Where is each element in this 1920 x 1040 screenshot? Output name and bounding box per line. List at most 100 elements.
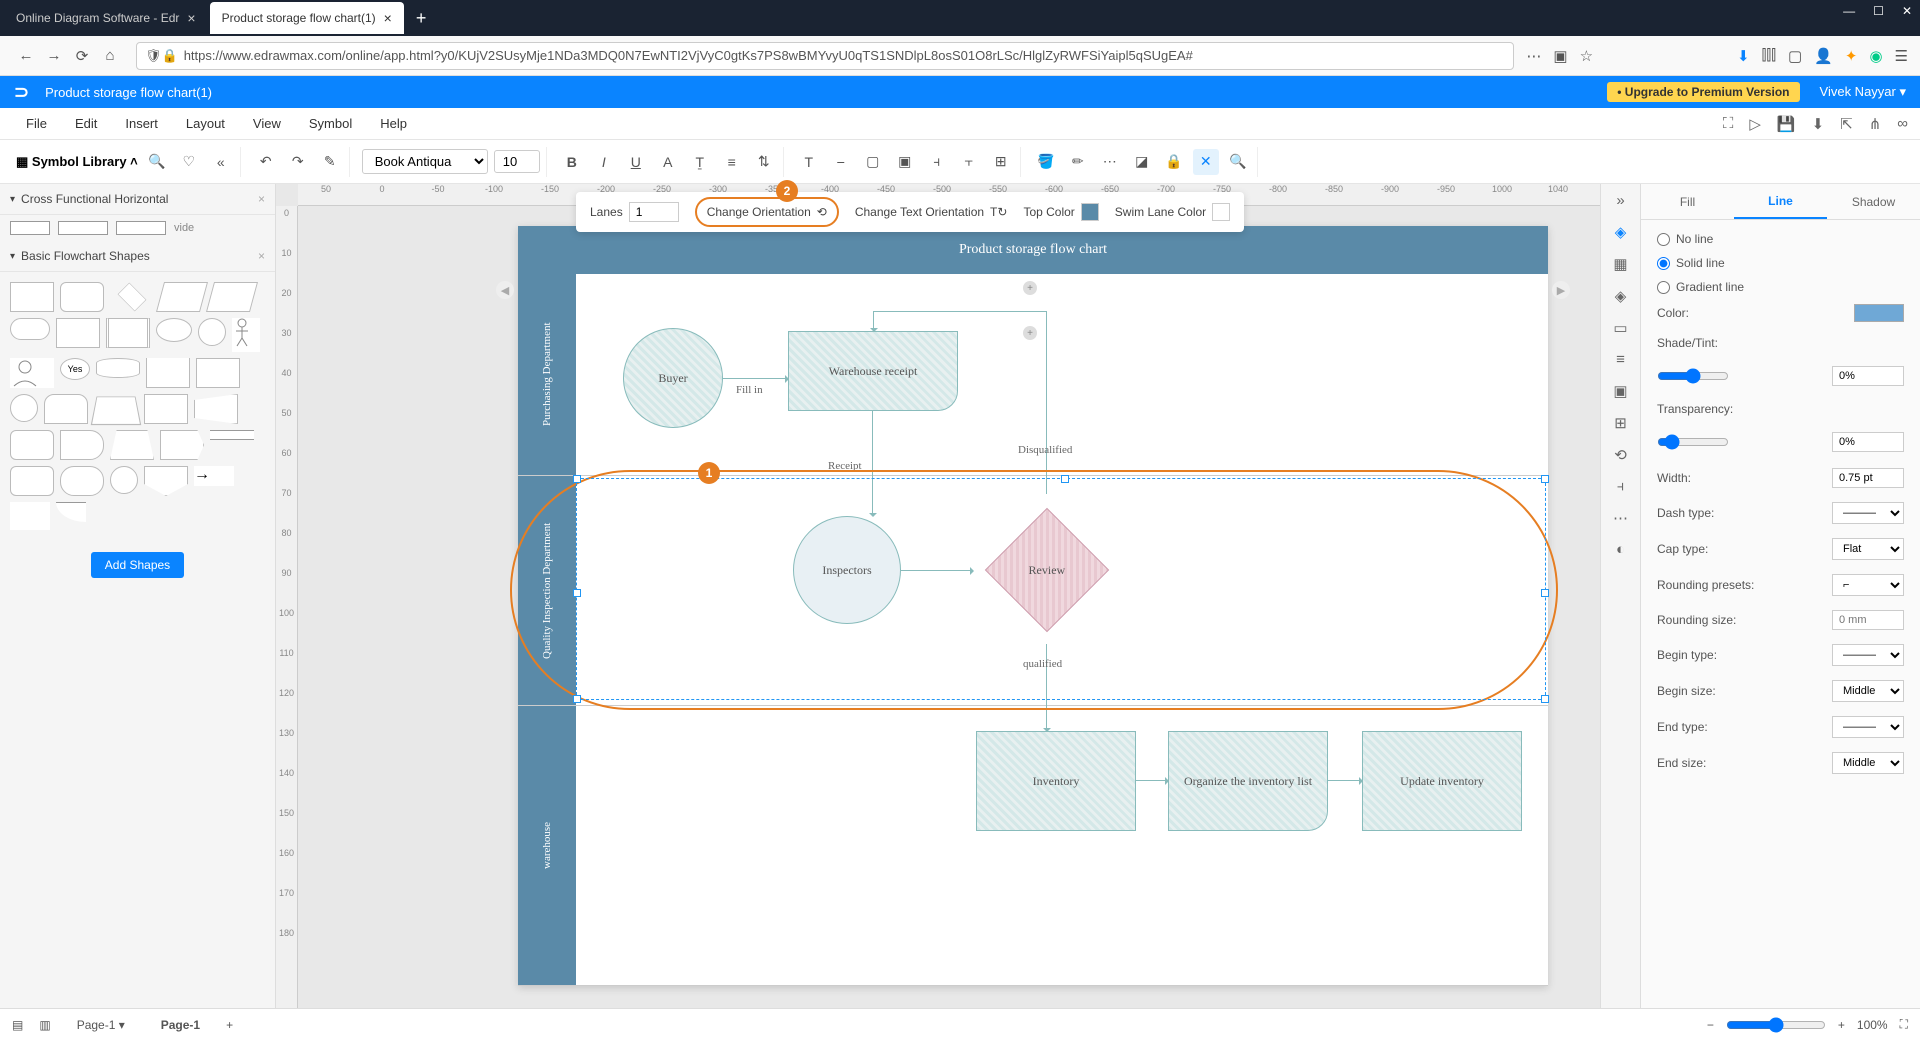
italic-button[interactable]: I: [591, 149, 617, 175]
connector[interactable]: [873, 311, 874, 331]
close-icon[interactable]: ×: [384, 10, 392, 26]
shadow-icon[interactable]: ◪: [1129, 149, 1155, 175]
download-icon[interactable]: ⬇: [1737, 47, 1750, 65]
add-page-button[interactable]: +: [226, 1018, 233, 1032]
save-icon[interactable]: 💾: [1777, 115, 1796, 133]
app-logo-icon[interactable]: ⊃: [14, 82, 29, 103]
tree-icon[interactable]: ⊞: [1614, 414, 1627, 432]
style-icon[interactable]: ◈: [1615, 223, 1627, 241]
find-icon[interactable]: 🔍: [1225, 149, 1251, 175]
page-dropdown[interactable]: Page-1 ▾: [67, 1016, 135, 1034]
search-icon[interactable]: 🔍: [144, 149, 170, 175]
lanes-input[interactable]: [629, 202, 679, 222]
swimlane-color-control[interactable]: Swim Lane Color: [1115, 203, 1230, 221]
rounding-preset-select[interactable]: ⌐: [1832, 574, 1904, 596]
font-color-button[interactable]: A: [655, 149, 681, 175]
menu-edit[interactable]: Edit: [61, 116, 111, 131]
shape-circle2[interactable]: [10, 394, 38, 422]
lane-nav-left[interactable]: ◀: [496, 281, 514, 299]
text-tool-icon[interactable]: T: [796, 149, 822, 175]
bookmark-icon[interactable]: ☆: [1580, 47, 1593, 65]
container-icon[interactable]: ▢: [860, 149, 886, 175]
page-layout-icon[interactable]: ▤: [12, 1018, 23, 1032]
change-text-orientation-button[interactable]: Change Text Orientation T↻: [855, 205, 1008, 219]
connector[interactable]: [1046, 311, 1047, 494]
undo-button[interactable]: ↶: [253, 149, 279, 175]
diagram-page[interactable]: Product storage flow chart Purchasing De…: [518, 226, 1548, 986]
upgrade-button[interactable]: • Upgrade to Premium Version: [1607, 82, 1799, 102]
section-cross-functional[interactable]: ▾ Cross Functional Horizontal ×: [0, 184, 275, 215]
shape-manual[interactable]: [91, 397, 141, 426]
distribute-icon[interactable]: ⫟: [956, 149, 982, 175]
radio-solid-line[interactable]: Solid line: [1657, 256, 1904, 270]
shape-offpage[interactable]: [144, 466, 188, 496]
fullscreen-icon[interactable]: ⛶: [1900, 1017, 1908, 1032]
swimlane-color-swatch[interactable]: [1212, 203, 1230, 221]
begin-type-select[interactable]: ———: [1832, 644, 1904, 666]
shape-pentagon[interactable]: [160, 430, 204, 460]
text-effect-button[interactable]: Ṯ: [687, 149, 713, 175]
download-icon[interactable]: ⬇: [1812, 115, 1825, 133]
shape-arc[interactable]: [56, 502, 86, 522]
shape-data[interactable]: [156, 282, 208, 312]
shape-arrow[interactable]: →: [194, 466, 234, 486]
shape-lines[interactable]: [210, 430, 254, 440]
shade-slider[interactable]: [1657, 364, 1729, 388]
shape-ellipse[interactable]: [156, 318, 192, 342]
canvas-viewport[interactable]: Product storage flow chart Purchasing De…: [298, 206, 1600, 1008]
shape-warehouse-receipt[interactable]: Warehouse receipt: [788, 331, 958, 411]
close-icon[interactable]: ×: [187, 10, 195, 26]
image-icon[interactable]: ▣: [892, 149, 918, 175]
shape-display[interactable]: [44, 394, 88, 424]
menu-icon[interactable]: ☰: [1895, 47, 1908, 65]
zoom-in-button[interactable]: +: [1838, 1018, 1845, 1032]
shape-organize[interactable]: Organize the inventory list: [1168, 731, 1328, 831]
redo-button[interactable]: ↷: [285, 149, 311, 175]
shape-terminator[interactable]: [10, 318, 50, 340]
shape-rect3[interactable]: [144, 394, 188, 424]
begin-size-select[interactable]: Middle: [1832, 680, 1904, 702]
present-icon[interactable]: ▷: [1749, 115, 1761, 133]
resize-handle[interactable]: [1541, 589, 1549, 597]
connector[interactable]: [873, 311, 1046, 312]
more-panel-icon[interactable]: ⋯: [1613, 509, 1628, 527]
collapse-icon[interactable]: «: [208, 149, 234, 175]
shape-predefined[interactable]: [106, 318, 150, 348]
dash-select[interactable]: ———: [1832, 502, 1904, 524]
width-input[interactable]: [1832, 468, 1904, 488]
url-bar[interactable]: 🛡 🔒 https://www.edrawmax.com/online/app.…: [136, 42, 1514, 70]
radio-no-line[interactable]: No line: [1657, 232, 1904, 246]
resize-handle[interactable]: [573, 695, 581, 703]
shape-parallelogram[interactable]: [206, 282, 258, 312]
format-painter-icon[interactable]: ✎: [317, 149, 343, 175]
reload-button[interactable]: ⟳: [68, 42, 96, 70]
menu-help[interactable]: Help: [366, 116, 421, 131]
shape-annotation[interactable]: [10, 502, 50, 530]
account-icon[interactable]: 👤: [1814, 47, 1833, 65]
share-icon[interactable]: ⋔: [1869, 115, 1882, 133]
favorite-icon[interactable]: ♡: [176, 149, 202, 175]
lock-icon[interactable]: 🔒: [1161, 149, 1187, 175]
layout-icon[interactable]: ▦: [1613, 255, 1627, 273]
menu-symbol[interactable]: Symbol: [295, 116, 366, 131]
export-icon[interactable]: ⇱: [1840, 115, 1853, 133]
library-icon[interactable]: ⫿⫿⫿: [1762, 47, 1776, 64]
transparency-value[interactable]: [1832, 432, 1904, 452]
shape-subprocess[interactable]: [56, 318, 100, 348]
home-button[interactable]: ⌂: [96, 42, 124, 70]
page-tab-1[interactable]: Page-1: [151, 1016, 210, 1034]
link-icon[interactable]: ∞: [1897, 115, 1908, 133]
more-icon[interactable]: ⋯: [1526, 47, 1541, 65]
lane-add-icon[interactable]: +: [1023, 281, 1037, 295]
swimlane-shape-h2[interactable]: [58, 221, 108, 235]
cap-select[interactable]: Flat: [1832, 538, 1904, 560]
forward-button[interactable]: →: [40, 42, 68, 70]
tab-shadow[interactable]: Shadow: [1827, 184, 1920, 219]
extension1-icon[interactable]: ✦: [1845, 47, 1858, 65]
connector[interactable]: [723, 378, 788, 379]
bold-button[interactable]: B: [559, 149, 585, 175]
menu-insert[interactable]: Insert: [111, 116, 172, 131]
browser-tab-active[interactable]: Product storage flow chart(1) ×: [210, 2, 404, 34]
shape-buyer[interactable]: Buyer: [623, 328, 723, 428]
font-size-input[interactable]: [494, 150, 540, 173]
